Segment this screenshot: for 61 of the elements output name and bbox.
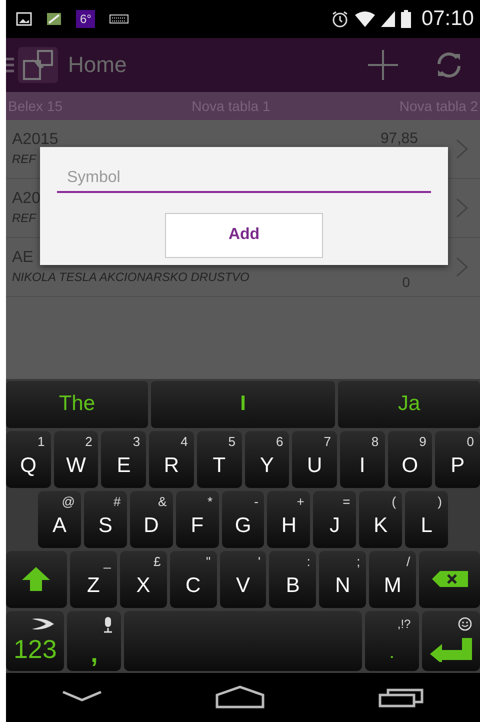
backspace-icon	[432, 571, 468, 588]
enter-icon	[430, 638, 472, 662]
keyboard-icon	[109, 14, 130, 24]
letter-key[interactable]: 8 I	[340, 430, 385, 488]
shift-icon	[21, 566, 52, 592]
letter-key[interactable]: 7 U	[292, 430, 337, 488]
symbol-field[interactable]: Symbol	[57, 164, 431, 193]
letter-key[interactable]: ; N	[319, 550, 366, 608]
letter-key[interactable]: £ X	[120, 550, 167, 608]
picture-icon	[16, 12, 32, 26]
signal-icon	[381, 10, 396, 27]
microphone-icon	[103, 616, 114, 633]
battery-icon	[401, 10, 412, 28]
backspace-key[interactable]	[419, 550, 480, 608]
stock-name: NIKOLA TESLA AKCIONARSKO DRUSTVO	[12, 270, 250, 284]
screen-title: Home	[68, 52, 127, 78]
period-key[interactable]: ,!? .	[364, 610, 419, 671]
word-suggestion[interactable]: I	[150, 380, 336, 428]
add-icon[interactable]	[366, 48, 400, 82]
stock-name: REF	[12, 211, 38, 226]
letter-key[interactable]: ) L	[405, 490, 448, 548]
letter-key[interactable]: 1 Q	[6, 430, 51, 488]
stock-name: REF	[12, 152, 38, 166]
letter-key[interactable]: & D	[130, 490, 173, 548]
menu-icon[interactable]	[6, 56, 14, 74]
home-icon[interactable]	[214, 685, 265, 710]
letter-key[interactable]: - G	[222, 490, 264, 548]
alarm-icon	[331, 10, 350, 28]
word-suggestion[interactable]: Ja	[338, 380, 480, 428]
letter-key[interactable]: " C	[170, 550, 217, 608]
wifi-icon	[355, 10, 376, 27]
letter-key[interactable]: 5 T	[196, 430, 242, 488]
letter-key[interactable]: 9 O	[388, 430, 432, 488]
letter-key[interactable]: 0 P	[435, 430, 480, 488]
smiley-icon	[458, 616, 472, 631]
letter-key[interactable]: / M	[369, 550, 416, 608]
enter-key[interactable]	[422, 610, 480, 671]
letter-key[interactable]: 2 W	[54, 430, 98, 488]
letter-key[interactable]: 3 E	[101, 430, 146, 488]
letter-key[interactable]: 4 R	[149, 430, 194, 488]
letter-key[interactable]: + H	[267, 490, 310, 548]
word-suggestion[interactable]: The	[6, 380, 148, 428]
letter-key[interactable]: # S	[84, 490, 127, 548]
comma-key[interactable]: ,	[67, 610, 122, 671]
add-button[interactable]: Add	[165, 212, 323, 258]
app-icon	[46, 12, 62, 26]
shift-key[interactable]	[6, 550, 67, 608]
letter-key[interactable]: ' V	[220, 550, 266, 608]
letter-key[interactable]: _ Z	[70, 550, 117, 608]
clock-time: 07:10	[421, 6, 474, 31]
symbols-key[interactable]: 123	[6, 610, 64, 671]
recent-apps-icon[interactable]	[378, 686, 424, 708]
letter-key[interactable]: = J	[313, 490, 356, 548]
letter-key[interactable]: : B	[269, 550, 316, 608]
letter-key[interactable]: ( K	[359, 490, 402, 548]
letter-key[interactable]: 6 Y	[244, 430, 290, 488]
swiftkey-logo-icon	[32, 616, 54, 631]
weather-badge: 6°	[76, 10, 96, 28]
letter-key[interactable]: @ A	[38, 490, 81, 548]
app-logo-icon	[18, 46, 58, 83]
letter-key[interactable]: * F	[176, 490, 219, 548]
